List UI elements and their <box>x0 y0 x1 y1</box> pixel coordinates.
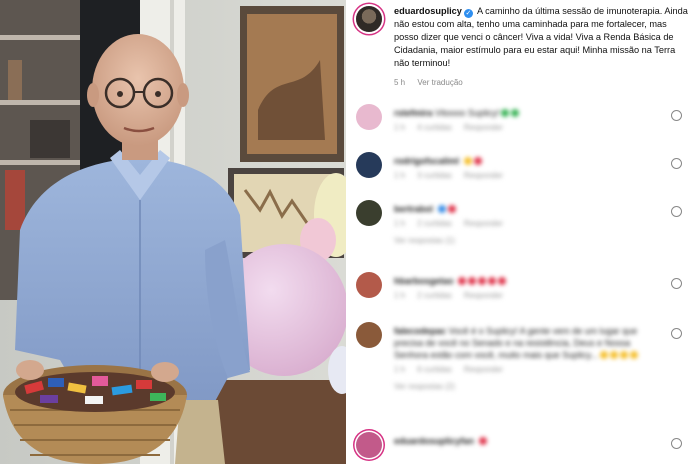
comment-time: 1 h <box>394 171 406 180</box>
like-heart-icon[interactable] <box>671 438 682 449</box>
comment-time: 1 h <box>394 123 406 132</box>
reply-button[interactable]: Responder <box>464 123 503 132</box>
commenter-avatar[interactable] <box>356 200 382 226</box>
post-photo <box>0 0 346 464</box>
comment-body: rstefmira Vitoooo Suplicy! 1 h 4 curtidas… <box>394 107 664 134</box>
comment-item: eduardosuplicyfan <box>356 432 686 464</box>
comment-time: 1 h <box>394 365 406 374</box>
emoji-icon <box>478 277 487 285</box>
translate-link[interactable]: Ver tradução <box>417 78 462 87</box>
comment-username[interactable]: falecodepac <box>394 326 446 336</box>
comment-likes[interactable]: 2 curtidas <box>417 291 452 300</box>
reply-button[interactable]: Responder <box>464 291 503 300</box>
comments-panel: eduardosuplicy ✓ A caminho da última sess… <box>346 0 696 464</box>
like-heart-icon[interactable] <box>671 110 682 121</box>
emoji-icon <box>468 277 477 285</box>
comment-item: rodrigofscaliml 1 h 3 curtidas Responder <box>356 152 686 198</box>
author-username[interactable]: eduardosuplicy <box>394 6 462 16</box>
emoji-icon <box>498 277 507 285</box>
comment-likes[interactable]: 6 curtidas <box>417 365 452 374</box>
comment-item: bertrabol 1 h 2 curtidas Responder Ver res… <box>356 200 686 262</box>
emoji-icon <box>501 109 510 117</box>
emoji-icon <box>458 277 467 285</box>
post-photo-image <box>0 0 346 464</box>
comment-body: hbarbosgetao 1 h 2 curtidas Responder <box>394 275 664 302</box>
verified-badge-icon: ✓ <box>463 9 473 18</box>
commenter-avatar[interactable] <box>356 104 382 130</box>
comment-likes[interactable]: 2 curtidas <box>417 219 452 228</box>
emoji-icon <box>619 351 628 359</box>
emoji-icon <box>473 157 482 165</box>
emoji-icon <box>599 351 608 359</box>
post-time: 5 h <box>394 78 406 87</box>
emoji-icon <box>488 277 497 285</box>
emoji-icon <box>478 437 487 445</box>
comment-body: rodrigofscaliml 1 h 3 curtidas Responder <box>394 155 664 182</box>
view-replies-link[interactable]: Ver respostas (1) <box>394 236 664 245</box>
comment-time: 1 h <box>394 291 406 300</box>
like-heart-icon[interactable] <box>671 278 682 289</box>
emoji-icon <box>447 205 456 213</box>
commenter-avatar[interactable] <box>356 432 382 458</box>
emoji-icon <box>511 109 520 117</box>
comment-username[interactable]: rstefmira <box>394 108 433 118</box>
commenter-avatar[interactable] <box>356 322 382 348</box>
emoji-icon <box>609 351 618 359</box>
comment-item: falecodepac Você é o Suplicy! A gente ve… <box>356 322 686 422</box>
comment-username[interactable]: bertrabol <box>394 204 433 214</box>
comment-text: Vitoooo Suplicy! <box>435 108 500 118</box>
comment-username[interactable]: hbarbosgetao <box>394 276 454 286</box>
comment-body: eduardosuplicyfan <box>394 435 664 447</box>
reply-button[interactable]: Responder <box>464 171 503 180</box>
like-heart-icon[interactable] <box>671 158 682 169</box>
comment-item: rstefmira Vitoooo Suplicy! 1 h 4 curtidas… <box>356 104 686 150</box>
comment-username[interactable]: rodrigofscaliml <box>394 156 459 166</box>
comment-body: falecodepac Você é o Suplicy! A gente ve… <box>394 325 664 391</box>
reply-button[interactable]: Responder <box>464 365 503 374</box>
comment-body: bertrabol 1 h 2 curtidas Responder Ver res… <box>394 203 664 245</box>
view-replies-link[interactable]: Ver respostas (2) <box>394 382 664 391</box>
comment-item: hbarbosgetao 1 h 2 curtidas Responder <box>356 272 686 318</box>
post-caption: eduardosuplicy ✓ A caminho da última sess… <box>394 5 690 70</box>
instagram-post-screenshot: eduardosuplicy ✓ A caminho da última sess… <box>0 0 696 464</box>
like-heart-icon[interactable] <box>671 206 682 217</box>
author-avatar[interactable] <box>356 6 382 32</box>
commenter-avatar[interactable] <box>356 152 382 178</box>
emoji-icon <box>629 351 638 359</box>
reply-button[interactable]: Responder <box>464 219 503 228</box>
comment-likes[interactable]: 4 curtidas <box>417 123 452 132</box>
like-heart-icon[interactable] <box>671 328 682 339</box>
emoji-icon <box>437 205 446 213</box>
comment-username[interactable]: eduardosuplicyfan <box>394 436 474 446</box>
comment-likes[interactable]: 3 curtidas <box>417 171 452 180</box>
post-meta: 5 h Ver tradução <box>394 78 473 87</box>
commenter-avatar[interactable] <box>356 272 382 298</box>
comment-time: 1 h <box>394 219 406 228</box>
emoji-icon <box>463 157 472 165</box>
